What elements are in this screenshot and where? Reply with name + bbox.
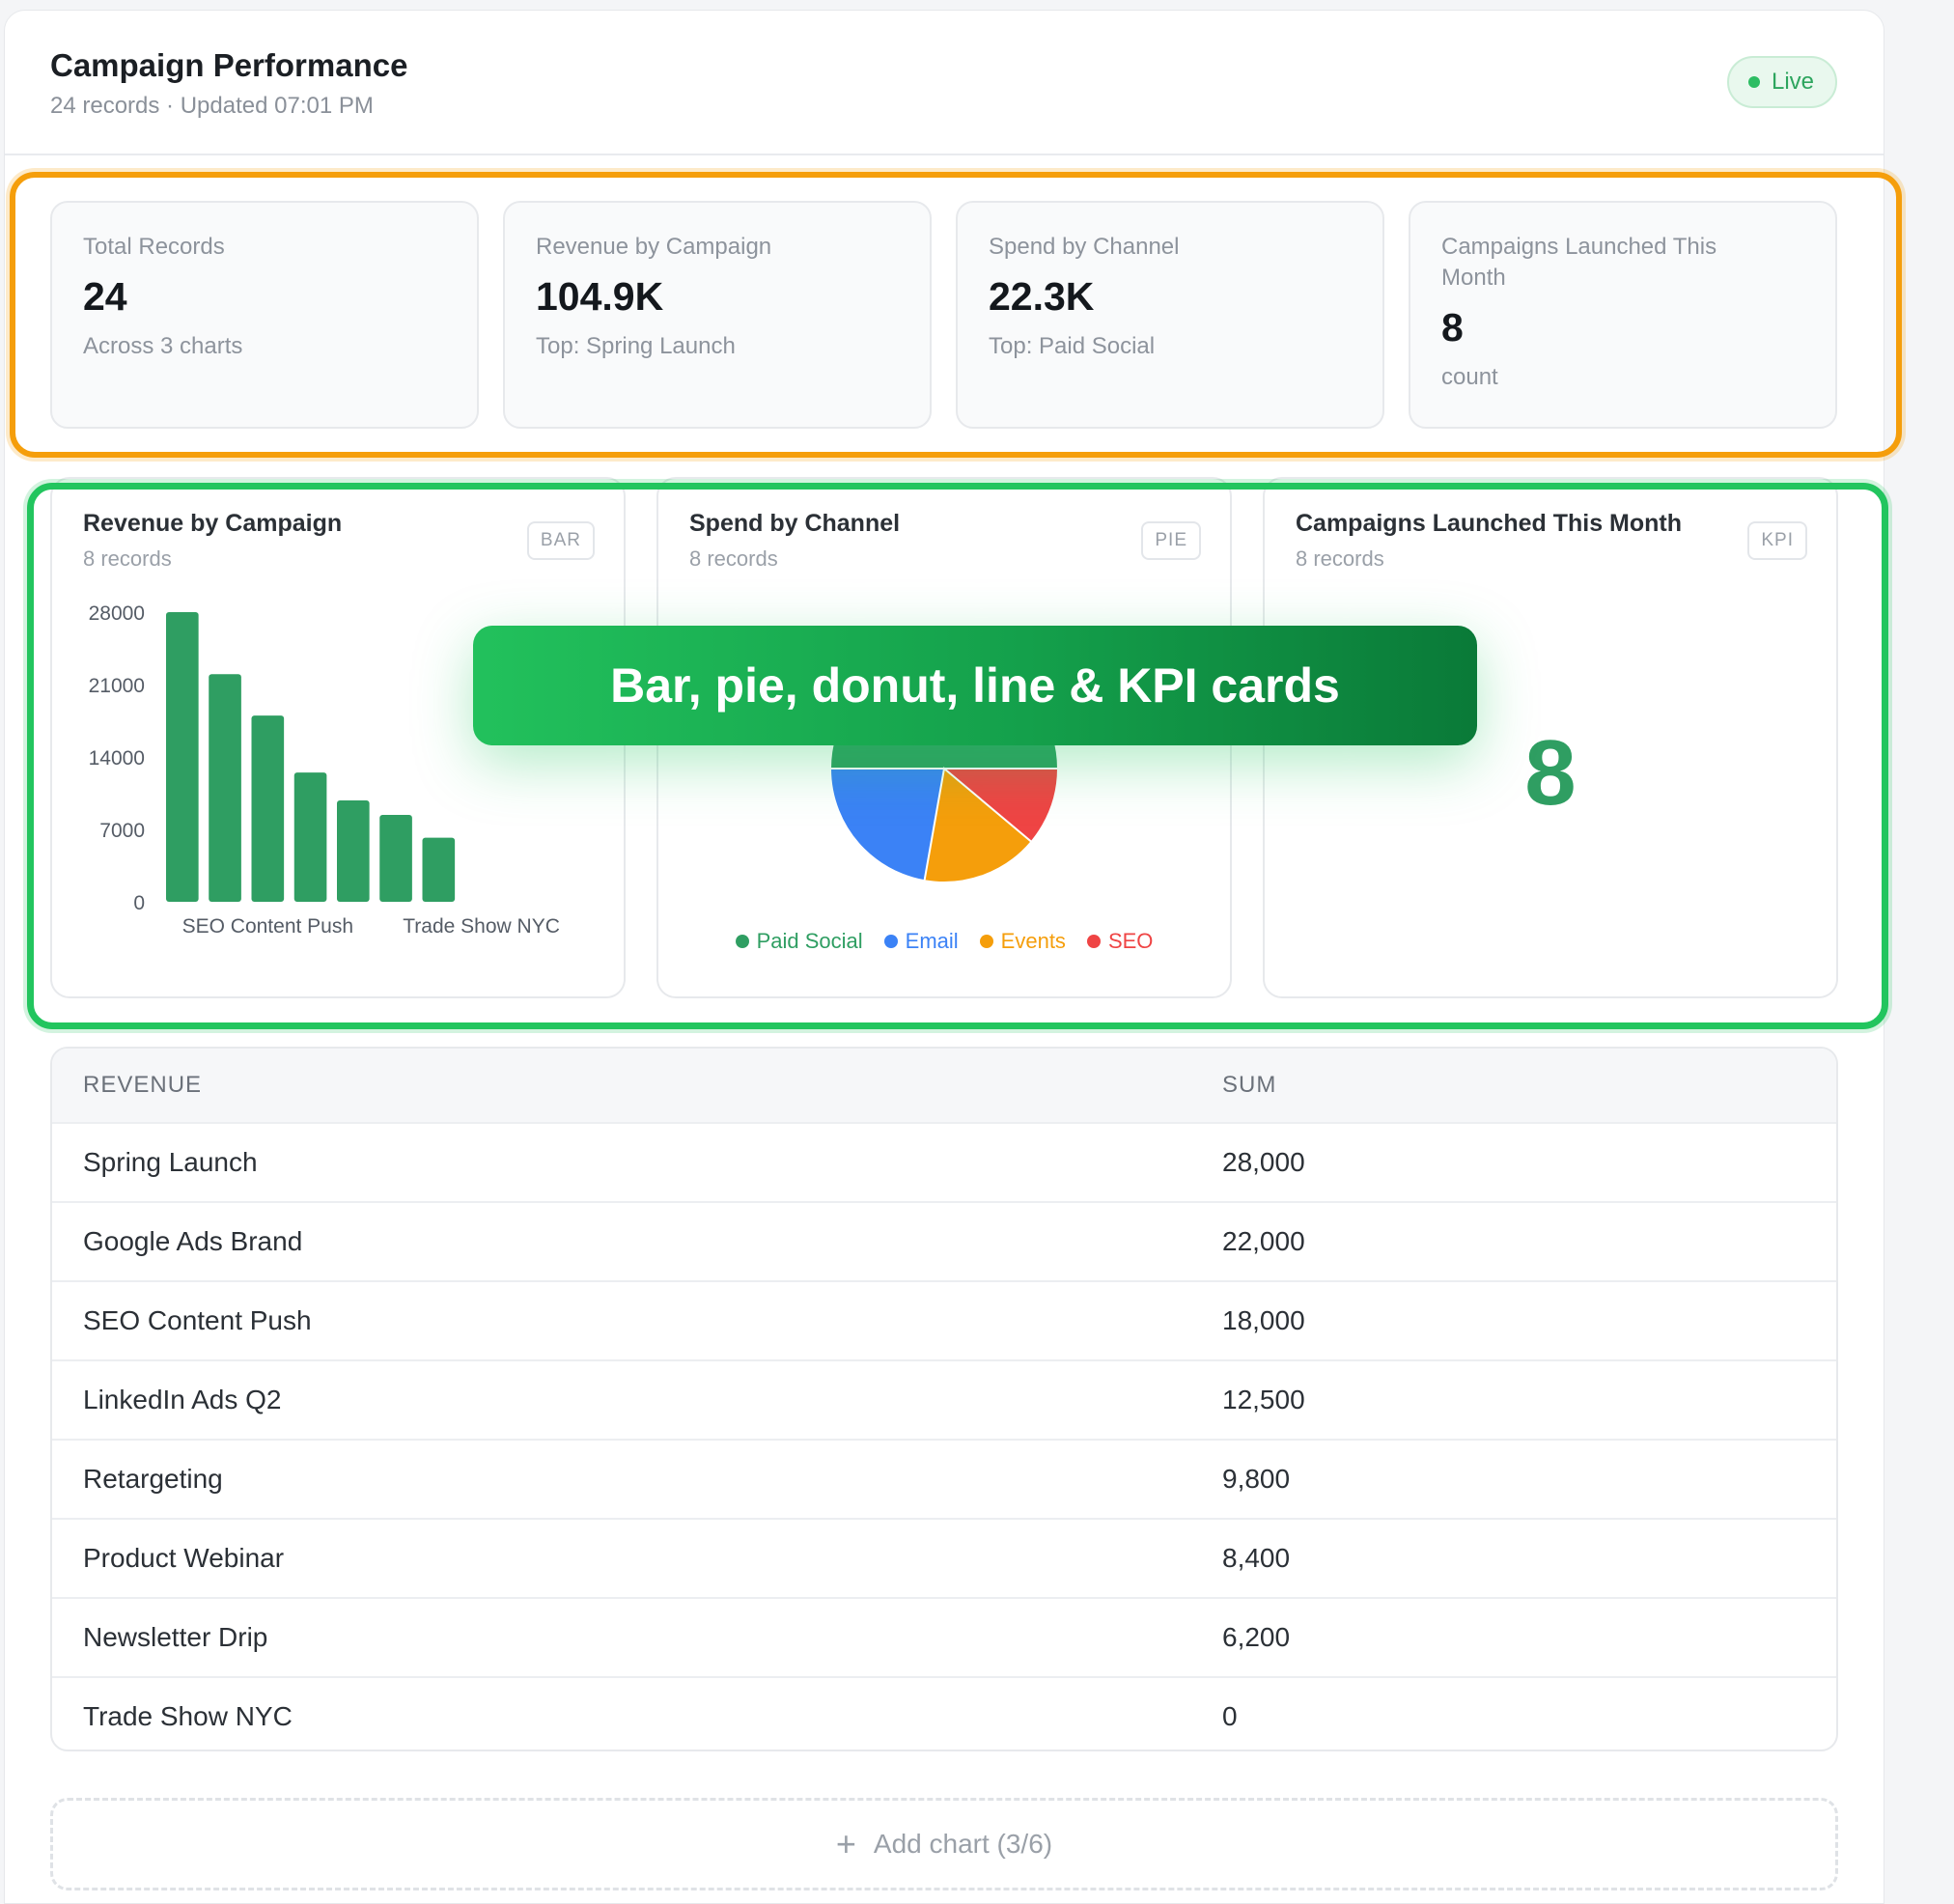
table-cell-sum: 0 xyxy=(1222,1701,1238,1731)
table-cell-sum: 9,800 xyxy=(1222,1464,1291,1494)
table-cell-sum: 28,000 xyxy=(1222,1147,1305,1177)
stat-card-total-records[interactable]: Total Records 24 Across 3 charts xyxy=(50,201,479,429)
column-header-sum[interactable]: SUM xyxy=(1222,1072,1276,1099)
table-row[interactable]: Spring Launch 28,000 xyxy=(52,1122,1836,1201)
table-row[interactable]: LinkedIn Ads Q2 12,500 xyxy=(52,1359,1836,1439)
table-cell-sum: 6,200 xyxy=(1222,1622,1291,1652)
table-cell-sum: 18,000 xyxy=(1222,1305,1305,1335)
charts-highlight-frame xyxy=(27,483,1888,1029)
table-cell-campaign: Google Ads Brand xyxy=(83,1226,303,1256)
stat-card-spend[interactable]: Spend by Channel 22.3K Top: Paid Social xyxy=(956,201,1384,429)
stat-value: 22.3K xyxy=(989,274,1095,319)
stat-label: Revenue by Campaign xyxy=(536,234,772,260)
revenue-table: REVENUE SUM Spring Launch 28,000 Google … xyxy=(50,1047,1838,1751)
table-cell-sum: 22,000 xyxy=(1222,1226,1305,1256)
add-chart-label: Add chart (3/6) xyxy=(873,1829,1053,1859)
feature-banner: Bar, pie, donut, line & KPI cards xyxy=(473,626,1477,745)
table-row[interactable]: SEO Content Push 18,000 xyxy=(52,1280,1836,1359)
table-row[interactable]: Google Ads Brand 22,000 xyxy=(52,1201,1836,1280)
page-title: Campaign Performance xyxy=(50,47,408,83)
table-cell-sum: 12,500 xyxy=(1222,1385,1305,1414)
live-status-label: Live xyxy=(1771,69,1814,95)
stat-value: 104.9K xyxy=(536,274,664,319)
stat-label: Spend by Channel xyxy=(989,234,1180,260)
table-cell-campaign: Trade Show NYC xyxy=(83,1701,293,1731)
table-row[interactable]: Product Webinar 8,400 xyxy=(52,1518,1836,1597)
stat-value: 8 xyxy=(1441,305,1464,350)
plus-icon: + xyxy=(835,1824,856,1863)
table-cell-campaign: SEO Content Push xyxy=(83,1305,312,1335)
stat-card-campaigns-launched[interactable]: Campaigns Launched This Month 8 count xyxy=(1409,201,1837,429)
stat-subtext: count xyxy=(1441,364,1498,390)
stat-subtext: Top: Spring Launch xyxy=(536,333,736,359)
page-subtitle: 24 records · Updated 07:01 PM xyxy=(50,93,374,119)
table-cell-campaign: LinkedIn Ads Q2 xyxy=(83,1385,282,1414)
table-cell-campaign: Newsletter Drip xyxy=(83,1622,268,1652)
column-header-revenue[interactable]: REVENUE xyxy=(52,1072,1222,1099)
stat-label: Campaigns Launched This Month xyxy=(1441,234,1717,291)
table-row[interactable]: Newsletter Drip 6,200 xyxy=(52,1597,1836,1676)
table-row[interactable]: Trade Show NYC 0 xyxy=(52,1676,1836,1750)
table-cell-campaign: Retargeting xyxy=(83,1464,223,1494)
stat-card-revenue[interactable]: Revenue by Campaign 104.9K Top: Spring L… xyxy=(503,201,932,429)
table-header: REVENUE SUM xyxy=(52,1049,1836,1122)
live-status-badge: Live xyxy=(1726,56,1837,108)
table-row[interactable]: Retargeting 9,800 xyxy=(52,1439,1836,1518)
table-cell-campaign: Spring Launch xyxy=(83,1147,258,1177)
stat-subtext: Across 3 charts xyxy=(83,333,243,359)
table-cell-campaign: Product Webinar xyxy=(83,1543,285,1573)
stat-label: Total Records xyxy=(83,234,225,260)
dashboard-header: Campaign Performance 24 records · Update… xyxy=(5,11,1884,155)
stat-value: 24 xyxy=(83,274,127,319)
table-cell-sum: 8,400 xyxy=(1222,1543,1291,1573)
add-chart-button[interactable]: + Add chart (3/6) xyxy=(50,1798,1838,1890)
stat-subtext: Top: Paid Social xyxy=(989,333,1156,359)
live-dot-icon xyxy=(1747,76,1760,88)
